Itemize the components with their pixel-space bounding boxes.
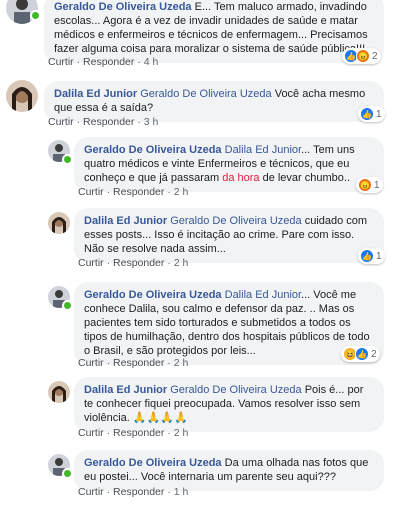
author-name[interactable]: Dalila Ed Junior — [54, 88, 137, 100]
avatar-dalila[interactable] — [48, 381, 70, 403]
mention-link[interactable]: Dalila Ed Junior — [225, 144, 301, 156]
author-name[interactable]: Geraldo De Oliveira Uzeda — [54, 1, 192, 13]
reaction-count: 2 — [372, 50, 378, 62]
reaction-count: 1 — [376, 250, 382, 262]
like-link[interactable]: Curtir — [78, 357, 104, 369]
angry-icon: 😠 — [356, 49, 370, 63]
comment-actions: Curtir · Responder · 2 h — [78, 357, 189, 369]
angry-icon: 😠 — [358, 178, 372, 192]
author-name[interactable]: Dalila Ed Junior — [84, 384, 167, 396]
online-indicator — [62, 300, 73, 311]
timestamp[interactable]: 3 h — [144, 116, 159, 128]
reaction-summary[interactable]: 👍 1 — [358, 106, 385, 122]
like-icon: 👍 — [360, 249, 374, 263]
author-name[interactable]: Geraldo De Oliveira Uzeda — [84, 144, 222, 156]
comment-bubble: Geraldo De Oliveira Uzeda E... Tem maluc… — [44, 0, 384, 63]
comment-actions: Curtir · Responder · 2 h — [78, 186, 189, 198]
comment-bubble: Dalila Ed Junior Geraldo De Oliveira Uze… — [74, 377, 384, 432]
reaction-count: 2 — [371, 348, 377, 360]
online-indicator — [62, 154, 73, 165]
comment-bubble: Geraldo De Oliveira Uzeda Dalila Ed Juni… — [74, 137, 384, 192]
reply-link[interactable]: Responder — [83, 116, 134, 128]
comment-bubble: Dalila Ed Junior Geraldo De Oliveira Uze… — [74, 208, 384, 263]
comment-actions: Curtir · Responder · 2 h — [78, 257, 189, 269]
author-name[interactable]: Dalila Ed Junior — [84, 215, 167, 227]
reply-link[interactable]: Responder — [113, 486, 164, 498]
online-indicator — [62, 468, 73, 479]
avatar-dalila[interactable] — [48, 212, 70, 234]
reply-link[interactable]: Responder — [113, 257, 164, 269]
online-indicator — [30, 10, 41, 21]
like-icon: 👍 — [360, 107, 374, 121]
like-link[interactable]: Curtir — [78, 257, 104, 269]
author-name[interactable]: Geraldo De Oliveira Uzeda — [84, 289, 222, 301]
comment-bubble: Geraldo De Oliveira Uzeda Dalila Ed Juni… — [74, 282, 384, 365]
reaction-summary[interactable]: 😆 👍 2 — [341, 346, 380, 362]
timestamp[interactable]: 4 h — [144, 56, 159, 68]
reaction-count: 1 — [376, 108, 382, 120]
mention-link[interactable]: Geraldo De Oliveira Uzeda — [140, 88, 271, 100]
avatar-dalila[interactable] — [6, 80, 38, 112]
timestamp[interactable]: 2 h — [174, 186, 189, 198]
like-link[interactable]: Curtir — [78, 186, 104, 198]
reply-link[interactable]: Responder — [113, 357, 164, 369]
like-icon: 👍 — [355, 347, 369, 361]
timestamp[interactable]: 2 h — [174, 357, 189, 369]
author-name[interactable]: Geraldo De Oliveira Uzeda — [84, 457, 222, 469]
highlight-text: da hora — [222, 172, 260, 184]
comment-actions: Curtir · Responder · 2 h — [78, 427, 189, 439]
timestamp[interactable]: 2 h — [174, 257, 189, 269]
mention-link[interactable]: Dalila Ed Junior — [225, 289, 301, 301]
reaction-summary[interactable]: 👍 1 — [358, 248, 385, 264]
timestamp[interactable]: 2 h — [174, 427, 189, 439]
comment-actions: Curtir · Responder · 4 h — [48, 56, 159, 68]
comment-actions: Curtir · Responder · 1 h — [78, 486, 189, 498]
mention-link[interactable]: Geraldo De Oliveira Uzeda — [170, 384, 301, 396]
comment-bubble: Geraldo De Oliveira Uzeda Da uma olhada … — [74, 450, 384, 491]
reply-link[interactable]: Responder — [113, 186, 164, 198]
mention-link[interactable]: Geraldo De Oliveira Uzeda — [170, 215, 301, 227]
timestamp[interactable]: 1 h — [174, 486, 189, 498]
like-link[interactable]: Curtir — [48, 116, 74, 128]
like-link[interactable]: Curtir — [78, 427, 104, 439]
comment-actions: Curtir · Responder · 3 h — [48, 116, 159, 128]
reply-link[interactable]: Responder — [113, 427, 164, 439]
reaction-summary[interactable]: 😠 1 — [356, 177, 383, 193]
reaction-summary[interactable]: 👍 😠 2 — [342, 48, 381, 64]
reply-link[interactable]: Responder — [83, 56, 134, 68]
reaction-count: 1 — [374, 179, 380, 191]
like-link[interactable]: Curtir — [48, 56, 74, 68]
like-link[interactable]: Curtir — [78, 486, 104, 498]
